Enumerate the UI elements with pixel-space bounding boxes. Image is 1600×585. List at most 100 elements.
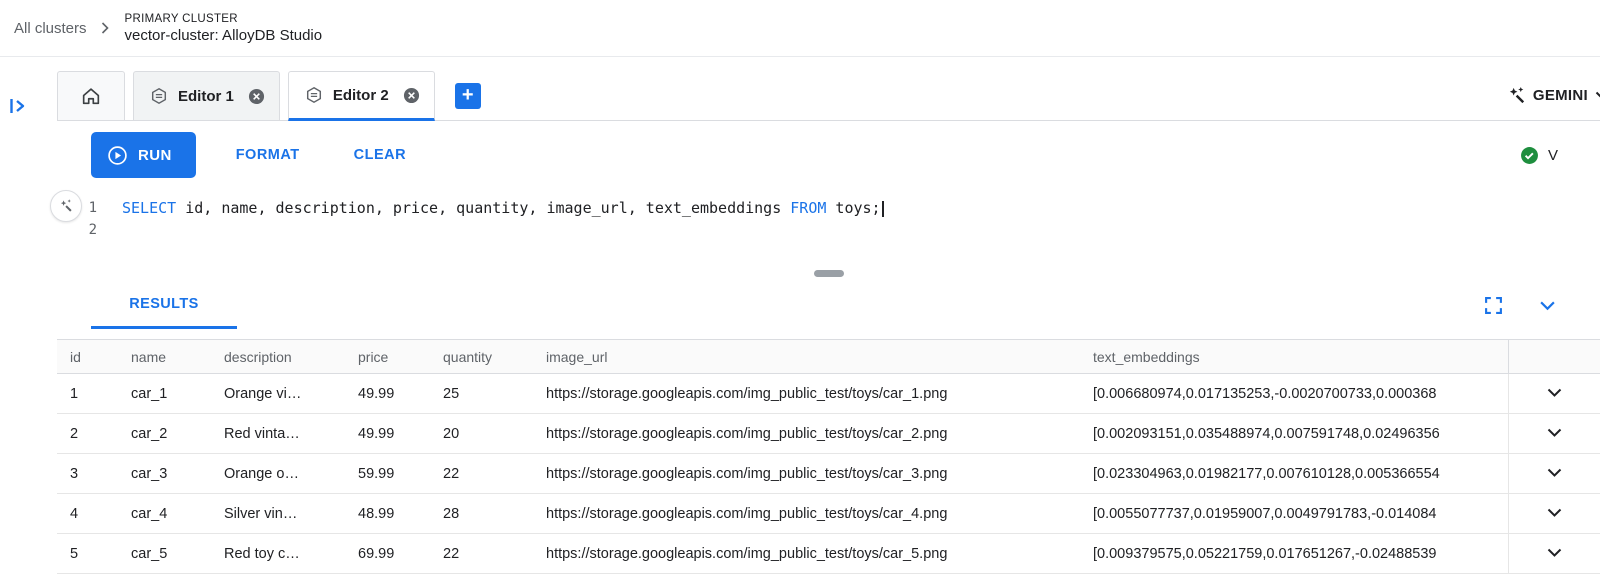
- tab-label: Editor 2: [333, 87, 389, 104]
- line-number: 2: [57, 219, 97, 241]
- editor-tab-bar: Editor 1 Editor 2 + GEMINI: [57, 71, 1600, 121]
- table-cell-description: Silver vin…: [224, 494, 358, 534]
- chevron-down-icon: [1547, 548, 1562, 558]
- chevron-down-icon: [1595, 91, 1600, 100]
- table-cell-name: car_1: [131, 374, 224, 414]
- page-title: vector-cluster: AlloyDB Studio: [125, 27, 323, 44]
- studio-panel: Editor 1 Editor 2 + GEMINI: [57, 71, 1600, 574]
- gemini-sparkle-icon: [1507, 86, 1526, 105]
- collapse-results-icon[interactable]: [1539, 300, 1556, 311]
- close-icon[interactable]: [403, 87, 420, 104]
- column-header-description: description: [224, 340, 358, 374]
- table-cell-quantity: 25: [443, 374, 546, 414]
- column-header-quantity: quantity: [443, 340, 546, 374]
- sql-token-plain: toys;: [826, 199, 880, 217]
- database-icon: [305, 86, 323, 104]
- table-cell-price: 69.99: [358, 534, 443, 574]
- sql-token-keyword: FROM: [790, 199, 826, 217]
- gemini-button[interactable]: GEMINI: [1507, 86, 1600, 105]
- results-actions: [1484, 281, 1600, 329]
- run-button[interactable]: RUN: [91, 132, 196, 178]
- table-cell-image_url: https://storage.googleapis.com/img_publi…: [546, 494, 1093, 534]
- sql-token-plain: id, name, description, price, quantity, …: [176, 199, 790, 217]
- column-header-id: id: [57, 340, 131, 374]
- table-cell-text_embeddings: [0.006680974,0.017135253,-0.0020700733,0…: [1093, 374, 1508, 414]
- column-header-text_embeddings: text_embeddings: [1093, 340, 1508, 374]
- tab-results[interactable]: RESULTS: [91, 281, 237, 329]
- sql-editor[interactable]: 12 SELECT id, name, description, price, …: [57, 189, 1600, 265]
- check-circle-icon: [1520, 146, 1539, 165]
- table-cell-text_embeddings: [0.0055077737,0.01959007,0.0049791783,-0…: [1093, 494, 1508, 534]
- table-cell-description: Orange vi…: [224, 374, 358, 414]
- run-label: RUN: [138, 147, 172, 164]
- query-status: V: [1520, 146, 1558, 165]
- table-row: 2car_2Red vinta…49.9920https://storage.g…: [57, 414, 1600, 454]
- results-header: RESULTS: [57, 281, 1600, 329]
- close-icon[interactable]: [248, 88, 265, 105]
- table-cell-id: 4: [57, 494, 131, 534]
- table-cell-description: Orange o…: [224, 454, 358, 494]
- table-cell-id: 3: [57, 454, 131, 494]
- sql-line: SELECT id, name, description, price, qua…: [122, 199, 881, 217]
- home-tab[interactable]: [57, 71, 125, 121]
- table-cell-image_url: https://storage.googleapis.com/img_publi…: [546, 374, 1093, 414]
- table-cell-text_embeddings: [0.002093151,0.035488974,0.007591748,0.0…: [1093, 414, 1508, 454]
- results-table-body: 1car_1Orange vi…49.9925https://storage.g…: [57, 374, 1600, 574]
- table-row: 3car_3Orange o…59.9922https://storage.go…: [57, 454, 1600, 494]
- play-circle-icon: [107, 145, 128, 166]
- table-cell-quantity: 28: [443, 494, 546, 534]
- table-cell-quantity: 20: [443, 414, 546, 454]
- table-cell-price: 59.99: [358, 454, 443, 494]
- home-icon: [80, 85, 102, 107]
- clear-button[interactable]: CLEAR: [348, 146, 412, 164]
- column-header-name: name: [131, 340, 224, 374]
- fullscreen-icon[interactable]: [1484, 296, 1503, 315]
- table-cell-name: car_4: [131, 494, 224, 534]
- tab-editor-2[interactable]: Editor 2: [288, 71, 435, 121]
- database-icon: [150, 87, 168, 105]
- table-cell-id: 2: [57, 414, 131, 454]
- format-button[interactable]: FORMAT: [230, 146, 306, 164]
- breadcrumb-chevron-icon: [97, 20, 113, 36]
- add-tab-button[interactable]: +: [455, 83, 481, 109]
- row-expand-button[interactable]: [1508, 374, 1600, 414]
- table-cell-description: Red vinta…: [224, 414, 358, 454]
- table-cell-description: Red toy c…: [224, 534, 358, 574]
- column-header-price: price: [358, 340, 443, 374]
- code-line[interactable]: SELECT id, name, description, price, qua…: [122, 195, 884, 241]
- tab-label: Editor 1: [178, 88, 234, 105]
- query-toolbar: RUN FORMAT CLEAR V: [57, 121, 1600, 189]
- results-header-row: idnamedescriptionpricequantityimage_urlt…: [57, 340, 1600, 374]
- table-cell-quantity: 22: [443, 454, 546, 494]
- table-cell-price: 48.99: [358, 494, 443, 534]
- table-cell-image_url: https://storage.googleapis.com/img_publi…: [546, 454, 1093, 494]
- text-cursor: [882, 201, 884, 217]
- sql-token-keyword: SELECT: [122, 199, 176, 217]
- table-cell-price: 49.99: [358, 414, 443, 454]
- table-cell-text_embeddings: [0.009379575,0.05221759,0.017651267,-0.0…: [1093, 534, 1508, 574]
- drag-handle[interactable]: [814, 270, 844, 277]
- row-expand-button[interactable]: [1508, 494, 1600, 534]
- results-table: idnamedescriptionpricequantityimage_urlt…: [57, 339, 1600, 574]
- table-cell-name: car_5: [131, 534, 224, 574]
- chevron-down-icon: [1547, 468, 1562, 478]
- table-cell-quantity: 22: [443, 534, 546, 574]
- magic-wand-icon[interactable]: [50, 190, 82, 222]
- table-row: 4car_4Silver vin…48.9928https://storage.…: [57, 494, 1600, 534]
- column-header-image_url: image_url: [546, 340, 1093, 374]
- table-cell-id: 5: [57, 534, 131, 574]
- tab-editor-1[interactable]: Editor 1: [133, 71, 280, 121]
- cluster-eyebrow: PRIMARY CLUSTER: [125, 13, 323, 25]
- chevron-down-icon: [1547, 428, 1562, 438]
- splitter: [57, 265, 1600, 281]
- table-cell-price: 49.99: [358, 374, 443, 414]
- row-expand-button[interactable]: [1508, 534, 1600, 574]
- column-header-expand: [1508, 340, 1600, 374]
- row-expand-button[interactable]: [1508, 454, 1600, 494]
- breadcrumb-all-clusters[interactable]: All clusters: [14, 20, 87, 37]
- status-label: V: [1548, 147, 1558, 164]
- row-expand-button[interactable]: [1508, 414, 1600, 454]
- table-cell-id: 1: [57, 374, 131, 414]
- gemini-label: GEMINI: [1533, 87, 1588, 104]
- expand-panel-icon[interactable]: [9, 97, 29, 115]
